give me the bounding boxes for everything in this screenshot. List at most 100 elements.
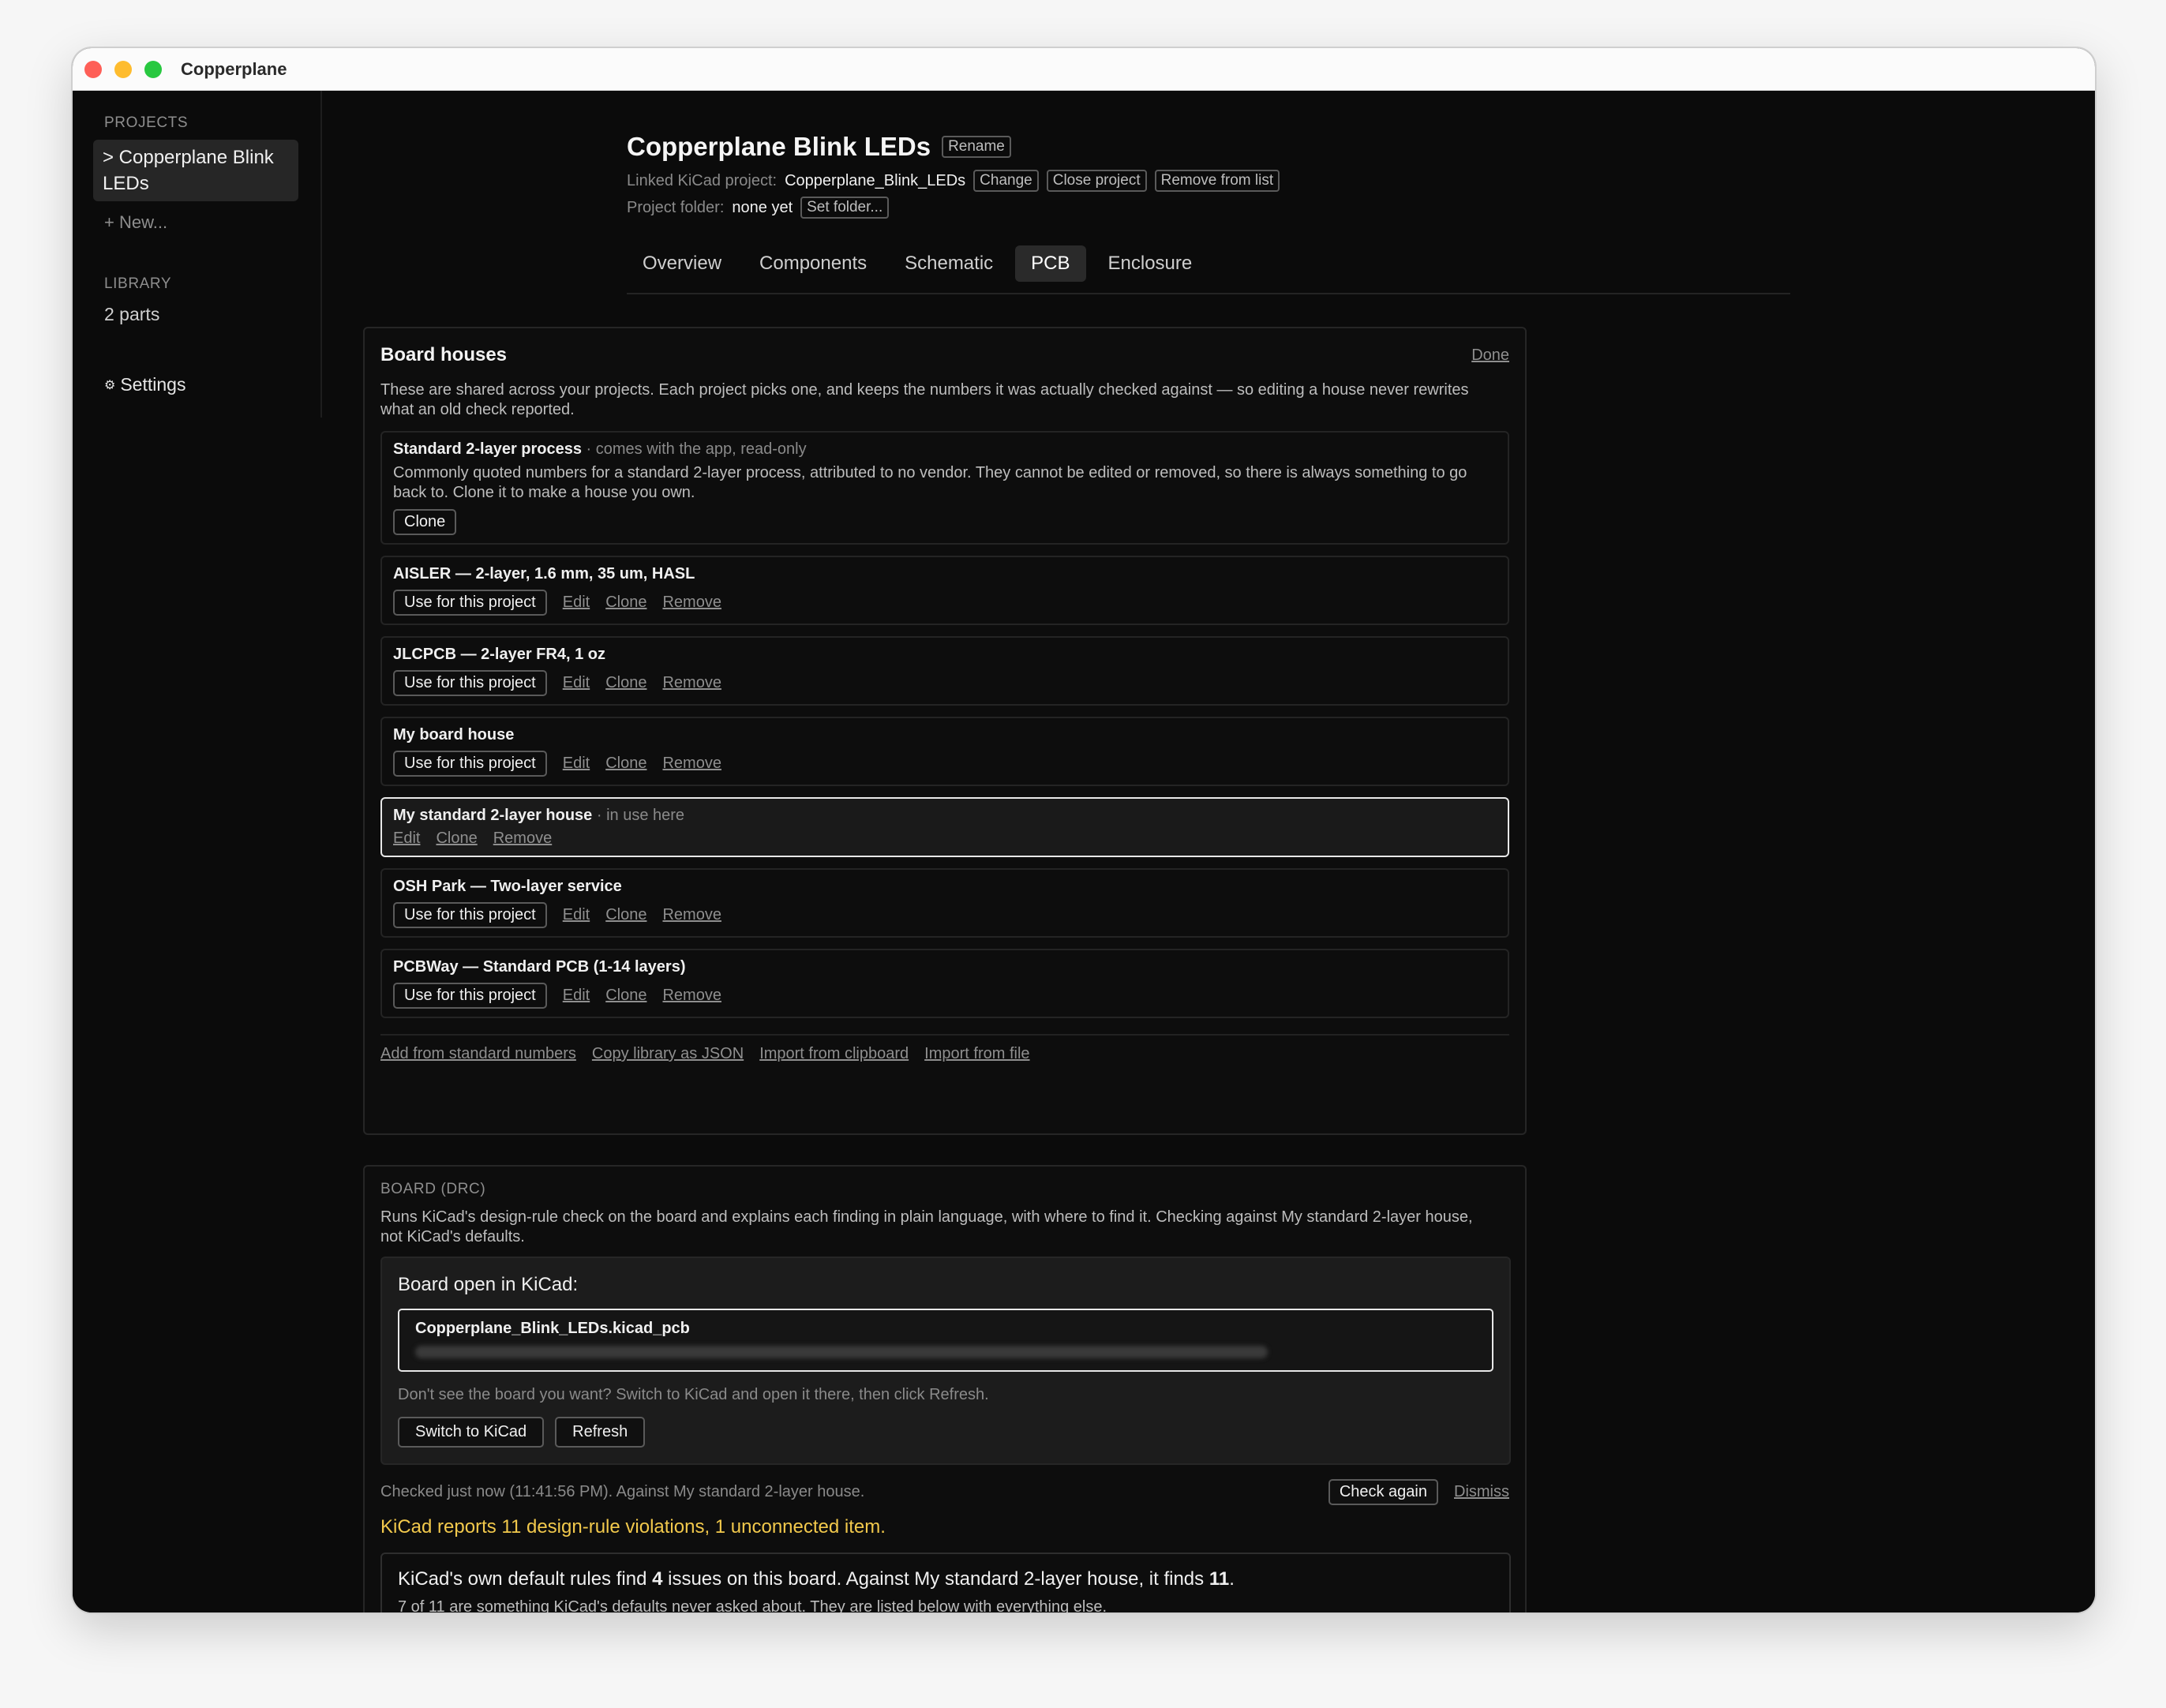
import-clipboard-link[interactable]: Import from clipboard <box>759 1045 909 1063</box>
import-file-link[interactable]: Import from file <box>924 1045 1029 1063</box>
clone-button[interactable]: Clone <box>393 509 457 535</box>
edit-link[interactable]: Edit <box>563 674 590 692</box>
remove-link[interactable]: Remove <box>662 906 721 924</box>
tab-bar: Overview Components Schematic PCB Enclos… <box>627 245 1790 294</box>
library-heading: LIBRARY <box>104 275 172 292</box>
drc-result-summary: KiCad's own default rules find 4 issues … <box>398 1568 1493 1590</box>
house-subtitle: · comes with the app, read-only <box>582 440 807 458</box>
settings-link[interactable]: ⚙ Settings <box>104 374 320 395</box>
tab-overview[interactable]: Overview <box>627 245 737 282</box>
project-folder-label: Project folder: <box>627 198 725 216</box>
house-name: OSH Park — Two-layer service <box>393 878 622 895</box>
drc-result: KiCad's own default rules find 4 issues … <box>380 1553 1511 1612</box>
clone-link[interactable]: Clone <box>605 755 646 773</box>
app-body: PROJECTS > Copperplane Blink LEDs + New.… <box>73 91 2095 1612</box>
linked-project-label: Linked KiCad project: <box>627 171 778 189</box>
close-window-button[interactable] <box>84 60 102 78</box>
check-status: Checked just now (11:41:56 PM). Against … <box>380 1483 865 1500</box>
sidebar-item-active-project[interactable]: > Copperplane Blink LEDs <box>93 140 298 201</box>
tab-pcb[interactable]: PCB <box>1015 245 1086 282</box>
board-file-name: Copperplane_Blink_LEDs.kicad_pcb <box>415 1320 690 1337</box>
remove-link[interactable]: Remove <box>662 594 721 612</box>
remove-link[interactable]: Remove <box>493 830 552 848</box>
remove-link[interactable]: Remove <box>662 674 721 692</box>
edit-link[interactable]: Edit <box>563 755 590 773</box>
clone-link[interactable]: Clone <box>605 987 646 1005</box>
board-picker: Board open in KiCad: Copperplane_Blink_L… <box>380 1257 1511 1465</box>
app-window: Copperplane PROJECTS > Copperplane Blink… <box>73 48 2095 1612</box>
new-project-link[interactable]: + New... <box>104 212 320 233</box>
house-card: JLCPCB — 2-layer FR4, 1 oz Use for this … <box>380 636 1509 706</box>
page-title: Copperplane Blink LEDs <box>627 132 931 161</box>
board-drc-panel: BOARD (DRC) Runs KiCad's design-rule che… <box>363 1165 1527 1612</box>
house-name: AISLER — 2-layer, 1.6 mm, 35 um, HASL <box>393 565 695 582</box>
house-description: Commonly quoted numbers for a standard 2… <box>393 464 1467 501</box>
minimize-window-button[interactable] <box>114 60 132 78</box>
projects-heading: PROJECTS <box>104 114 189 131</box>
library-parts-link[interactable]: 2 parts <box>104 304 320 325</box>
board-houses-panel: Board houses Done These are shared acros… <box>363 327 1527 1135</box>
house-card-standard: Standard 2-layer process · comes with th… <box>380 431 1509 545</box>
zoom-window-button[interactable] <box>144 60 162 78</box>
tab-schematic[interactable]: Schematic <box>889 245 1009 282</box>
house-card: OSH Park — Two-layer service Use for thi… <box>380 868 1509 938</box>
edit-link[interactable]: Edit <box>563 594 590 612</box>
project-folder-value: none yet <box>732 198 793 216</box>
use-for-project-button[interactable]: Use for this project <box>393 902 547 928</box>
switch-to-kicad-button[interactable]: Switch to KiCad <box>398 1417 545 1448</box>
clone-link[interactable]: Clone <box>605 674 646 692</box>
tab-enclosure[interactable]: Enclosure <box>1092 245 1209 282</box>
house-name: My standard 2-layer house <box>393 807 593 824</box>
board-picker-label: Board open in KiCad: <box>398 1274 579 1295</box>
board-houses-title: Board houses <box>380 344 508 365</box>
summary-part: issues on this board. Against My standar… <box>662 1568 1209 1590</box>
dismiss-link[interactable]: Dismiss <box>1454 1483 1509 1501</box>
gear-icon: ⚙ <box>104 378 116 392</box>
window-title: Copperplane <box>181 58 287 79</box>
use-for-project-button[interactable]: Use for this project <box>393 590 547 616</box>
copy-json-link[interactable]: Copy library as JSON <box>592 1045 744 1063</box>
house-card: My board house Use for this project Edit… <box>380 717 1509 786</box>
clone-link[interactable]: Clone <box>436 830 477 848</box>
remove-link[interactable]: Remove <box>662 755 721 773</box>
remove-from-list-button[interactable]: Remove from list <box>1154 170 1280 192</box>
board-houses-description: These are shared across your projects. E… <box>380 381 1469 418</box>
use-for-project-button[interactable]: Use for this project <box>393 670 547 696</box>
drc-heading: BOARD (DRC) <box>380 1181 486 1197</box>
project-header: Copperplane Blink LEDs Rename Linked KiC… <box>627 132 1280 219</box>
drc-description: Runs KiCad's design-rule check on the bo… <box>380 1208 1473 1245</box>
edit-link[interactable]: Edit <box>563 987 590 1005</box>
check-again-button[interactable]: Check again <box>1328 1479 1438 1505</box>
board-path-redacted <box>415 1346 1268 1358</box>
set-folder-button[interactable]: Set folder... <box>800 197 890 219</box>
add-from-standard-link[interactable]: Add from standard numbers <box>380 1045 576 1063</box>
board-hint: Don't see the board you want? Switch to … <box>398 1386 989 1403</box>
edit-link[interactable]: Edit <box>563 906 590 924</box>
house-name: PCBWay — Standard PCB (1-14 layers) <box>393 958 686 976</box>
drc-warning: KiCad reports 11 design-rule violations,… <box>380 1516 886 1538</box>
linked-project-value: Copperplane_Blink_LEDs <box>785 171 966 189</box>
house-name: My board house <box>393 726 515 744</box>
use-for-project-button[interactable]: Use for this project <box>393 983 547 1009</box>
house-card-current: My standard 2-layer house · in use here … <box>380 797 1509 857</box>
house-card: AISLER — 2-layer, 1.6 mm, 35 um, HASL Us… <box>380 556 1509 625</box>
summary-part: . <box>1229 1568 1235 1590</box>
house-card: PCBWay — Standard PCB (1-14 layers) Use … <box>380 949 1509 1018</box>
rename-button[interactable]: Rename <box>942 136 1011 158</box>
tab-components[interactable]: Components <box>744 245 883 282</box>
close-project-button[interactable]: Close project <box>1046 170 1147 192</box>
board-houses-footer: Add from standard numbers Copy library a… <box>380 1034 1509 1063</box>
done-link[interactable]: Done <box>1471 346 1509 365</box>
house-name: Standard 2-layer process <box>393 440 582 458</box>
clone-link[interactable]: Clone <box>605 594 646 612</box>
board-select[interactable]: Copperplane_Blink_LEDs.kicad_pcb <box>398 1309 1493 1372</box>
default-count: 4 <box>652 1568 663 1590</box>
settings-label: Settings <box>120 374 186 395</box>
change-button[interactable]: Change <box>973 170 1039 192</box>
in-use-badge: · in use here <box>592 807 685 824</box>
refresh-button[interactable]: Refresh <box>555 1417 646 1448</box>
edit-link[interactable]: Edit <box>393 830 420 848</box>
use-for-project-button[interactable]: Use for this project <box>393 751 547 777</box>
remove-link[interactable]: Remove <box>662 987 721 1005</box>
clone-link[interactable]: Clone <box>605 906 646 924</box>
